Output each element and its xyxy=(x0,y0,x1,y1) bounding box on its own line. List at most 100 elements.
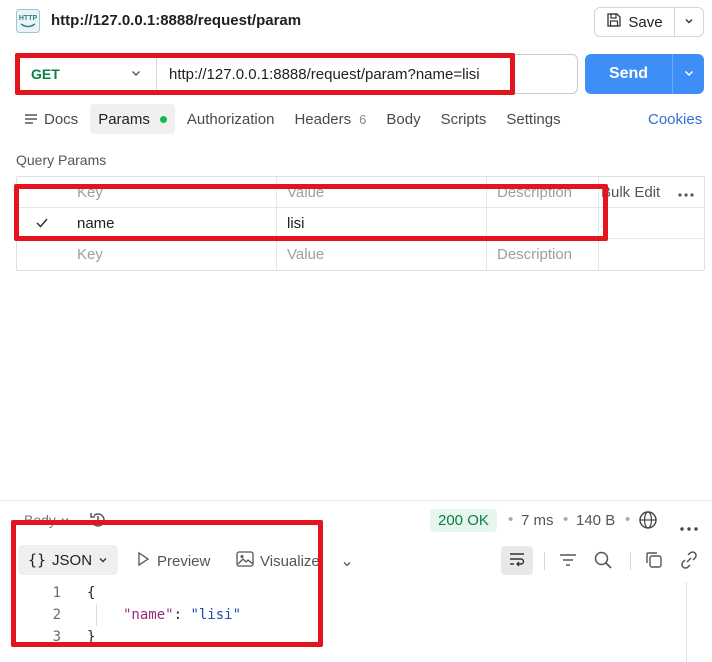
url-input[interactable]: http://127.0.0.1:8888/request/param?name… xyxy=(157,66,480,83)
chevron-down-icon xyxy=(683,14,695,30)
column-value: Value xyxy=(277,177,487,207)
tab-body-label: Body xyxy=(386,110,421,128)
docs-icon xyxy=(24,113,38,125)
tab-headers[interactable]: Headers 6 xyxy=(286,104,374,134)
response-body-label: Body xyxy=(24,512,56,528)
tab-body[interactable]: Body xyxy=(378,104,428,134)
params-header-row: Key Value Description Bulk Edit xyxy=(17,177,704,208)
save-icon xyxy=(606,12,622,32)
braces-icon: {} xyxy=(27,551,47,569)
link-icon[interactable] xyxy=(679,550,699,573)
tab-settings[interactable]: Settings xyxy=(498,104,568,134)
scrollbar[interactable] xyxy=(686,582,704,662)
param-enabled-checkbox[interactable] xyxy=(34,215,50,231)
response-format-label: JSON xyxy=(52,551,93,569)
preview-label: Preview xyxy=(157,552,211,570)
new-param-key-input[interactable]: Key xyxy=(67,239,277,270)
tab-settings-label: Settings xyxy=(506,110,561,128)
chevron-down-icon xyxy=(130,66,142,82)
chevron-down-icon xyxy=(683,66,695,82)
column-description: Description xyxy=(487,177,599,207)
tab-scripts[interactable]: Scripts xyxy=(433,104,495,134)
response-code-viewer[interactable]: 1 { 2 "name": "lisi" 3 } xyxy=(0,582,712,648)
send-options-button[interactable] xyxy=(673,54,704,94)
line-number: 1 xyxy=(52,585,61,601)
separator-dot: • xyxy=(563,511,569,528)
url-bar: GET http://127.0.0.1:8888/request/param?… xyxy=(16,54,578,94)
tab-scripts-label: Scripts xyxy=(440,110,487,128)
json-colon: : xyxy=(173,607,191,623)
request-tabs: Docs Params Authorization Headers 6 Body… xyxy=(16,104,569,134)
param-description-cell[interactable] xyxy=(487,208,599,238)
status-badge[interactable]: 200 OK xyxy=(430,509,497,532)
wrap-icon xyxy=(508,551,526,570)
visualize-button[interactable]: Visualize xyxy=(236,551,320,571)
play-icon xyxy=(135,551,151,571)
response-divider xyxy=(0,500,712,501)
tab-docs[interactable]: Docs xyxy=(16,104,86,134)
toolbar-divider xyxy=(544,552,545,570)
tab-params-label: Params xyxy=(98,110,150,128)
json-value: "lisi" xyxy=(190,607,242,623)
chevron-down-icon xyxy=(98,552,108,569)
response-time[interactable]: 7 ms xyxy=(521,512,554,529)
new-param-description-input[interactable]: Description xyxy=(487,239,599,270)
method-select[interactable]: GET xyxy=(17,55,157,93)
method-value: GET xyxy=(31,66,60,82)
cookies-link[interactable]: Cookies xyxy=(648,111,702,128)
code-text: } xyxy=(87,629,96,645)
response-size[interactable]: 140 B xyxy=(576,512,615,529)
column-key: Key xyxy=(67,177,277,207)
param-key-cell[interactable]: name xyxy=(67,208,277,238)
wrap-lines-button[interactable] xyxy=(501,546,533,575)
line-number: 3 xyxy=(52,629,61,645)
copy-icon[interactable] xyxy=(644,550,664,573)
response-format-select[interactable]: {} JSON xyxy=(18,545,118,575)
new-param-value-input[interactable]: Value xyxy=(277,239,487,270)
tab-params[interactable]: Params xyxy=(90,104,175,134)
request-title: http://127.0.0.1:8888/request/param xyxy=(51,12,302,29)
tab-docs-label: Docs xyxy=(44,110,79,128)
save-button-group: Save xyxy=(594,7,704,37)
separator-dot: • xyxy=(508,511,514,528)
tab-authorization-label: Authorization xyxy=(186,110,275,128)
save-options-button[interactable] xyxy=(675,8,703,36)
chevron-down-icon[interactable] xyxy=(342,556,352,572)
params-table: Key Value Description Bulk Edit name lis… xyxy=(16,176,705,271)
filter-icon[interactable] xyxy=(558,552,578,571)
toolbar-divider xyxy=(630,552,631,570)
history-icon[interactable] xyxy=(88,510,108,533)
save-label: Save xyxy=(628,13,663,31)
table-row: name lisi xyxy=(17,208,704,239)
code-text: { xyxy=(87,585,96,601)
more-options-icon[interactable] xyxy=(678,184,694,201)
separator-dot: • xyxy=(625,511,631,528)
indent-guide xyxy=(96,604,97,626)
send-button[interactable]: Send xyxy=(585,54,673,94)
http-icon: HTTP xyxy=(16,9,40,33)
globe-icon[interactable] xyxy=(638,510,658,533)
visualize-label: Visualize xyxy=(260,552,320,570)
send-button-group: Send xyxy=(585,54,704,94)
json-key: "name" xyxy=(123,607,174,623)
image-icon xyxy=(236,551,254,571)
code-line: 2 "name": "lisi" xyxy=(0,604,712,626)
tab-authorization[interactable]: Authorization xyxy=(179,104,283,134)
query-params-label: Query Params xyxy=(16,152,107,168)
preview-button[interactable]: Preview xyxy=(135,551,210,571)
params-active-indicator xyxy=(159,115,167,123)
line-number: 2 xyxy=(52,607,61,623)
response-body-dropdown[interactable]: Body xyxy=(24,512,70,528)
more-options-icon[interactable] xyxy=(680,518,698,534)
table-row-empty: Key Value Description xyxy=(17,239,704,270)
tab-headers-label: Headers xyxy=(294,110,352,128)
save-button[interactable]: Save xyxy=(595,8,675,36)
code-line: 3 } xyxy=(0,626,712,648)
bulk-edit-button[interactable]: Bulk Edit xyxy=(601,184,660,201)
svg-text:HTTP: HTTP xyxy=(19,15,38,22)
search-icon[interactable] xyxy=(593,550,613,573)
chevron-down-icon xyxy=(60,512,70,528)
code-line: 1 { xyxy=(0,582,712,604)
param-value-cell[interactable]: lisi xyxy=(277,208,487,238)
headers-count: 6 xyxy=(359,111,367,127)
